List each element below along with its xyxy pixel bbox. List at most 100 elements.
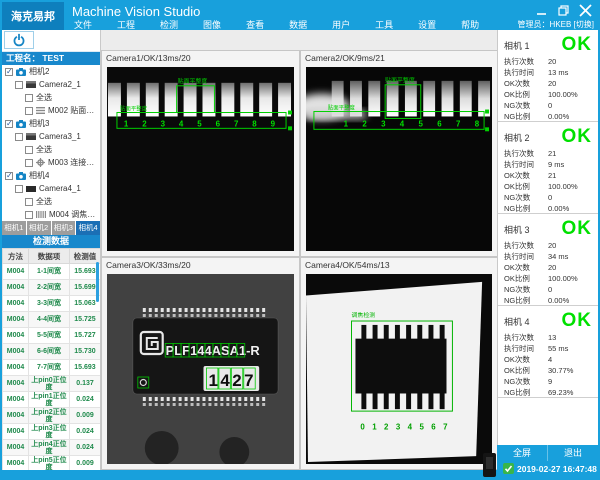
stat-label: 执行时间 (504, 343, 548, 354)
checkbox-unchecked[interactable] (25, 146, 33, 154)
tab-cam2[interactable]: 相机2 (27, 221, 52, 235)
cell-value: 15.730 (70, 344, 101, 360)
stat-label: NG比例 (504, 203, 548, 214)
table-row[interactable]: M0045-5间宽15.727 (3, 328, 101, 344)
cell-value: 15.727 (70, 328, 101, 344)
table-row[interactable]: M0046-6间宽15.730 (3, 344, 101, 360)
power-icon (12, 33, 26, 47)
checkbox-unchecked[interactable] (25, 107, 33, 115)
stat-label: OK次数 (504, 354, 548, 365)
minimize-icon[interactable] (535, 4, 548, 16)
project-tree: 相机2 Camera2_1 全选 M002 贴面平整度 相机3 (2, 65, 100, 221)
camera1-image[interactable]: 贴面平整度 贴面平整度 123456789 (107, 67, 294, 251)
exit-button[interactable]: 退出 (547, 445, 598, 461)
tree-item-camera4-1[interactable]: Camera4_1 (2, 182, 100, 195)
checkbox-unchecked[interactable] (25, 159, 33, 167)
stat-label: 执行次数 (504, 148, 548, 159)
tab-cam3[interactable]: 相机3 (52, 221, 77, 235)
tree-item-m004[interactable]: M004 调焦检测 (2, 208, 100, 221)
camera2-image[interactable]: 贴面平整度 贴面平整度 12345678 (306, 67, 492, 251)
cell-item: 3-3间宽 (29, 296, 70, 312)
table-row[interactable]: M004上pin1正位度0.024 (3, 392, 101, 408)
camera2-cell[interactable]: Camera2/OK/9ms/21 (300, 50, 498, 257)
table-row[interactable]: M0042-2间宽15.699 (3, 280, 101, 296)
table-row[interactable]: M004上pin5正位度0.009 (3, 456, 101, 471)
table-row[interactable]: M004上pin2正位度0.009 (3, 408, 101, 424)
tree-item-cam3[interactable]: 相机3 (2, 117, 100, 130)
cell-item: 上pin5正位度 (29, 456, 70, 471)
camera1-cell[interactable]: Camera1/OK/13ms/20 (101, 50, 300, 257)
device-icon[interactable] (483, 453, 496, 477)
table-row[interactable]: M004上pin3正位度0.024 (3, 424, 101, 440)
camera4-image[interactable]: 调焦检测 01234567 (306, 274, 492, 464)
checkbox-unchecked[interactable] (15, 185, 23, 193)
image-icon (26, 186, 36, 192)
tree-item-m002[interactable]: M002 贴面平整度 (2, 104, 100, 117)
table-row[interactable]: M0043-3间宽15.063 (3, 296, 101, 312)
tree-item-cam2[interactable]: 相机2 (2, 65, 100, 78)
camera3-scene: PLF144ASA1-R 1427 (107, 274, 294, 464)
tab-cam4[interactable]: 相机4 (76, 221, 100, 235)
table-row[interactable]: M004上pin4正位度0.024 (3, 440, 101, 456)
cell-method: M004 (3, 344, 29, 360)
restore-icon[interactable] (557, 4, 570, 16)
roi-handle (288, 126, 292, 130)
status-badge: OK (562, 218, 593, 240)
stat-panel-cam1: 相机 1 OK 执行次数20 执行时间13 ms OK次数20 OK比例100.… (498, 30, 598, 122)
stat-label: OK次数 (504, 262, 548, 273)
checkbox-unchecked[interactable] (15, 133, 23, 141)
stat-label: NG比例 (504, 111, 548, 122)
stat-camera-name: 相机 3 (504, 223, 530, 236)
stat-value: 9 (548, 377, 552, 386)
col-item: 数据项 (29, 249, 70, 264)
power-button[interactable] (4, 31, 34, 49)
left-sidebar: 工程名： TEST 相机2 Camera2_1 全选 M002 贴面平整度 (2, 30, 101, 470)
checkbox-unchecked[interactable] (15, 81, 23, 89)
table-row[interactable]: M0047-7间宽15.693 (3, 360, 101, 376)
footer-panel: 全屏 退出 2019-02-27 16:47:48 (497, 445, 598, 478)
checkbox-unchecked[interactable] (25, 211, 33, 219)
tree-item-select-all-3[interactable]: 全选 (2, 195, 100, 208)
checkbox-checked[interactable] (5, 120, 13, 128)
image-icon (26, 133, 36, 140)
cell-value: 0.009 (70, 456, 101, 471)
tree-label: Camera2_1 (39, 80, 81, 89)
stat-label: 执行次数 (504, 332, 548, 343)
table-row[interactable]: M0041-1间宽15.693 (3, 264, 101, 280)
stat-label: NG次数 (504, 192, 548, 203)
checkbox-checked[interactable] (5, 172, 13, 180)
camera3-header: Camera3/OK/33ms/20 (102, 258, 299, 273)
tab-cam1[interactable]: 相机1 (2, 221, 27, 235)
cell-value: 0.024 (70, 440, 101, 456)
roi-handle (288, 111, 292, 115)
admin-user-label[interactable]: 管理员：HKEB [切换] (518, 19, 594, 30)
stat-value: 21 (548, 149, 556, 158)
tree-label: 全选 (36, 92, 52, 103)
cell-method: M004 (3, 408, 29, 424)
checkbox-unchecked[interactable] (25, 94, 33, 102)
tree-item-select-all-2[interactable]: 全选 (2, 143, 100, 156)
table-row[interactable]: M004上pin0正位度0.137 (3, 376, 101, 392)
tree-item-camera3-1[interactable]: Camera3_1 (2, 130, 100, 143)
tree-item-cam4[interactable]: 相机4 (2, 169, 100, 182)
tree-item-select-all-1[interactable]: 全选 (2, 91, 100, 104)
chip-date-code: 1427 (208, 371, 256, 390)
tree-item-m003[interactable]: M003 连接器字符 (2, 156, 100, 169)
tree-label: M003 连接器字符 (48, 157, 100, 168)
stat-panel-cam2: 相机 2 OK 执行次数21 执行时间9 ms OK次数21 OK比例100.0… (498, 122, 598, 214)
checkbox-unchecked[interactable] (25, 198, 33, 206)
close-icon[interactable] (579, 4, 592, 16)
cell-item: 2-2间宽 (29, 280, 70, 296)
stats-sidebar: 相机 1 OK 执行次数20 执行时间13 ms OK次数20 OK比例100.… (497, 30, 598, 478)
detection-data-header: 检测数据 (2, 235, 100, 248)
camera4-cell[interactable]: Camera4/OK/54ms/13 调焦检测 01234567 (300, 257, 498, 470)
table-row[interactable]: M0044-4间宽15.725 (3, 312, 101, 328)
camera3-cell[interactable]: Camera3/OK/33ms/20 (101, 257, 300, 470)
camera3-image[interactable]: PLF144ASA1-R 1427 (107, 274, 294, 464)
tree-item-camera2-1[interactable]: Camera2_1 (2, 78, 100, 91)
fullscreen-button[interactable]: 全屏 (497, 445, 547, 461)
checkbox-checked[interactable] (5, 68, 13, 76)
table-scrollbar[interactable] (96, 262, 99, 302)
window-controls (535, 4, 592, 16)
cell-item: 上pin3正位度 (29, 424, 70, 440)
